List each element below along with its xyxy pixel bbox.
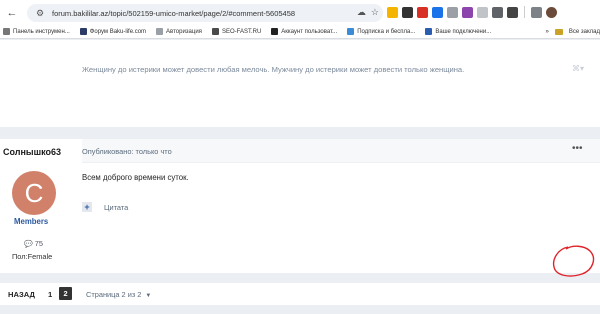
quote-label: Цитата — [104, 202, 129, 212]
bookmark-favicon-icon — [3, 28, 10, 35]
plus-icon: + — [82, 202, 92, 212]
extensions-row — [387, 6, 557, 18]
all-bookmarks-button[interactable]: Все заклад — [569, 29, 600, 35]
extension-icon[interactable] — [417, 6, 428, 18]
member-group: Members — [14, 217, 49, 226]
extension-icon[interactable] — [462, 6, 473, 18]
cloud-icon[interactable]: ☁ — [357, 7, 366, 18]
member-gender: Пол:Female — [12, 252, 53, 261]
url-text[interactable]: forum.bakililar.az/topic/502159-umico-ma… — [52, 9, 295, 18]
bookmark-star-icon[interactable]: ☆ — [371, 7, 379, 18]
extensions-puzzle-icon[interactable] — [531, 6, 542, 18]
bookmark-favicon-icon — [211, 28, 219, 35]
bookmarks-bar: Панель инструмен... Форум Baku-life.com … — [0, 25, 600, 39]
site-settings-icon[interactable]: ⚙ — [34, 7, 46, 19]
quote-button[interactable]: + Цитата — [82, 202, 128, 212]
bookmark-item[interactable]: Форум Baku-life.com — [79, 28, 146, 35]
chevron-down-icon: ▼ — [145, 293, 152, 299]
previous-post-sidebar — [0, 40, 82, 127]
toolbar-divider — [524, 6, 525, 18]
previous-post: Женщину до истерики может довести любая … — [0, 40, 600, 127]
bookmark-favicon-icon — [79, 28, 87, 35]
bookmark-favicon-icon — [425, 28, 433, 35]
more-bookmarks-button[interactable]: » — [546, 29, 549, 35]
address-bar[interactable]: ⚙ forum.bakililar.az/topic/502159-umico-… — [27, 4, 383, 22]
post-signature: Женщину до истерики может довести любая … — [82, 65, 465, 74]
bookmark-item[interactable]: SEO-FAST.RU — [211, 28, 261, 35]
post-body: Всем доброго времени суток. — [82, 173, 189, 182]
extension-icon[interactable] — [507, 6, 518, 18]
forum-page: Женщину до истерики может довести любая … — [0, 40, 600, 314]
bookmark-favicon-icon — [271, 28, 279, 35]
extension-icon[interactable] — [477, 6, 488, 18]
page-1-link[interactable]: 1 — [48, 290, 52, 299]
extension-icon[interactable] — [447, 6, 458, 18]
extension-icon[interactable] — [402, 6, 413, 18]
profile-avatar-icon[interactable] — [546, 6, 557, 18]
post-timestamp: Опубликовано: только что — [82, 147, 172, 156]
page-jump-dropdown[interactable]: Страница 2 из 2 ▼ — [86, 290, 151, 299]
bookmark-item[interactable]: Аккаунт пользоват... — [271, 28, 337, 35]
bookmark-item[interactable]: Авторизация — [156, 28, 202, 35]
bookmark-item[interactable]: Панель инструмен... — [3, 28, 70, 35]
pagination: НАЗАД 1 2 Страница 2 из 2 ▼ — [0, 283, 600, 305]
extension-icon[interactable] — [387, 6, 398, 18]
comment-bubble-icon: 💬 — [24, 240, 33, 248]
back-arrow-icon[interactable]: ← — [5, 6, 19, 20]
bookmark-item[interactable]: Подписка и беспла... — [347, 28, 415, 35]
browser-toolbar: ← ⚙ forum.bakililar.az/topic/502159-umic… — [0, 0, 600, 25]
page-2-current[interactable]: 2 — [59, 287, 72, 300]
bookmarks-overflow: » Все заклад — [546, 25, 600, 39]
reputation: 💬 75 — [24, 239, 43, 248]
extension-icon[interactable] — [432, 6, 443, 18]
extension-icon[interactable] — [492, 6, 503, 18]
bookmark-favicon-icon — [156, 28, 164, 35]
avatar[interactable]: C — [12, 171, 56, 215]
bookmark-item[interactable]: Ваше подключени... — [425, 28, 491, 35]
back-button[interactable]: НАЗАД — [8, 290, 35, 299]
bookmark-favicon-icon — [347, 28, 355, 35]
post-author[interactable]: Солнышко63 — [3, 147, 61, 157]
folder-icon — [554, 29, 563, 35]
post-menu-icon[interactable]: ••• — [572, 143, 583, 154]
signature-actions-icon[interactable]: ⌘▾ — [572, 64, 584, 73]
